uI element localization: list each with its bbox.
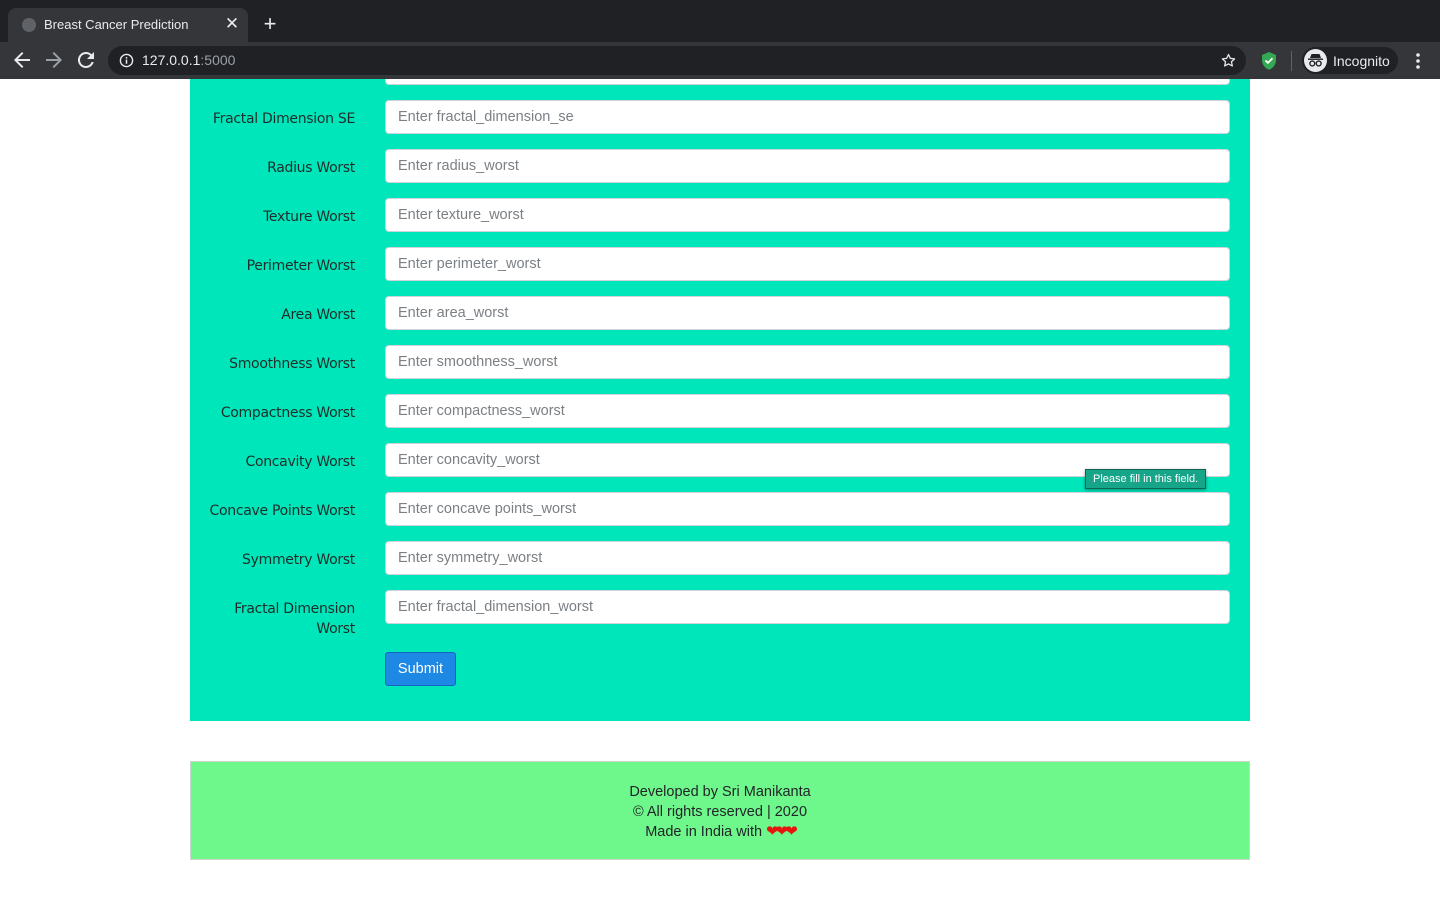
back-arrow-icon[interactable] <box>10 48 34 72</box>
page-footer: Developed by Sri Manikanta © All rights … <box>190 761 1250 860</box>
area-worst-input[interactable] <box>385 296 1230 330</box>
field-row: Fractal Dimension Worst <box>190 590 1250 637</box>
reload-icon[interactable] <box>74 48 98 72</box>
texture-worst-input[interactable] <box>385 198 1230 232</box>
field-label: Texture Worst <box>263 209 355 225</box>
field-label: Fractal Dimension Worst <box>234 601 355 637</box>
prediction-form: Fractal Dimension SE Radius Worst Textur… <box>190 79 1250 721</box>
incognito-label: Incognito <box>1333 53 1390 69</box>
browser-toolbar: 127.0.0.1:5000 Incognito <box>0 42 1440 79</box>
smoothness-worst-input[interactable] <box>385 345 1230 379</box>
fractal-dimension-worst-input[interactable] <box>385 590 1230 624</box>
tab-title: Breast Cancer Prediction <box>44 17 189 32</box>
concave-points-worst-input[interactable] <box>385 492 1230 526</box>
field-label: Symmetry Worst <box>242 552 355 568</box>
field-row: Texture Worst <box>190 198 1250 234</box>
more-menu-icon[interactable] <box>1410 50 1426 72</box>
field-row: Perimeter Worst <box>190 247 1250 283</box>
globe-favicon-icon <box>22 18 36 32</box>
fractal-dimension-se-input[interactable] <box>385 100 1230 134</box>
perimeter-worst-input[interactable] <box>385 247 1230 281</box>
info-icon[interactable] <box>119 53 134 68</box>
compactness-worst-input[interactable] <box>385 394 1230 428</box>
toolbar-separator <box>1291 51 1292 71</box>
address-bar[interactable]: 127.0.0.1:5000 <box>108 46 1246 75</box>
field-row: Concave Points Worst <box>190 492 1250 528</box>
previous-input-field[interactable] <box>385 79 1230 85</box>
bookmark-star-icon[interactable] <box>1220 52 1237 69</box>
symmetry-worst-input[interactable] <box>385 541 1230 575</box>
shield-extension-icon[interactable] <box>1260 51 1278 71</box>
field-row: Radius Worst <box>190 149 1250 185</box>
field-row: Compactness Worst <box>190 394 1250 430</box>
radius-worst-input[interactable] <box>385 149 1230 183</box>
field-label: Fractal Dimension SE <box>212 111 355 127</box>
browser-tab-strip: Breast Cancer Prediction ✕ + <box>0 0 1440 42</box>
developer-credit: Developed by Sri Manikanta <box>629 784 811 800</box>
forward-arrow-icon[interactable] <box>42 48 66 72</box>
submit-button[interactable]: Submit <box>385 652 456 686</box>
field-row: Smoothness Worst <box>190 345 1250 381</box>
made-in-india-text: Made in India with <box>645 824 763 840</box>
page-viewport: Fractal Dimension SE Radius Worst Textur… <box>0 79 1440 900</box>
field-label: Perimeter Worst <box>246 258 356 274</box>
url-text: 127.0.0.1:5000 <box>142 52 236 68</box>
field-row: Fractal Dimension SE <box>190 100 1250 136</box>
close-tab-icon[interactable]: ✕ <box>224 15 240 33</box>
made-in-india-line: Made in India with ❤❤❤ <box>191 822 1249 842</box>
field-label: Smoothness Worst <box>229 356 355 372</box>
field-label: Compactness Worst <box>220 405 355 421</box>
field-label: Area Worst <box>281 307 355 323</box>
field-label: Radius Worst <box>267 160 355 176</box>
field-label: Concavity Worst <box>245 454 355 470</box>
new-tab-icon[interactable]: + <box>258 13 282 37</box>
incognito-profile-button[interactable]: Incognito <box>1302 47 1398 74</box>
incognito-icon <box>1304 49 1327 72</box>
heart-icons: ❤❤❤ <box>766 823 798 840</box>
browser-tab[interactable]: Breast Cancer Prediction ✕ <box>8 8 248 42</box>
field-row: Symmetry Worst <box>190 541 1250 577</box>
field-label: Concave Points Worst <box>209 503 356 519</box>
copyright-text: © All rights reserved | 2020 <box>632 804 808 820</box>
field-row: Area Worst <box>190 296 1250 332</box>
validation-tooltip: Please fill in this field. <box>1085 469 1207 489</box>
